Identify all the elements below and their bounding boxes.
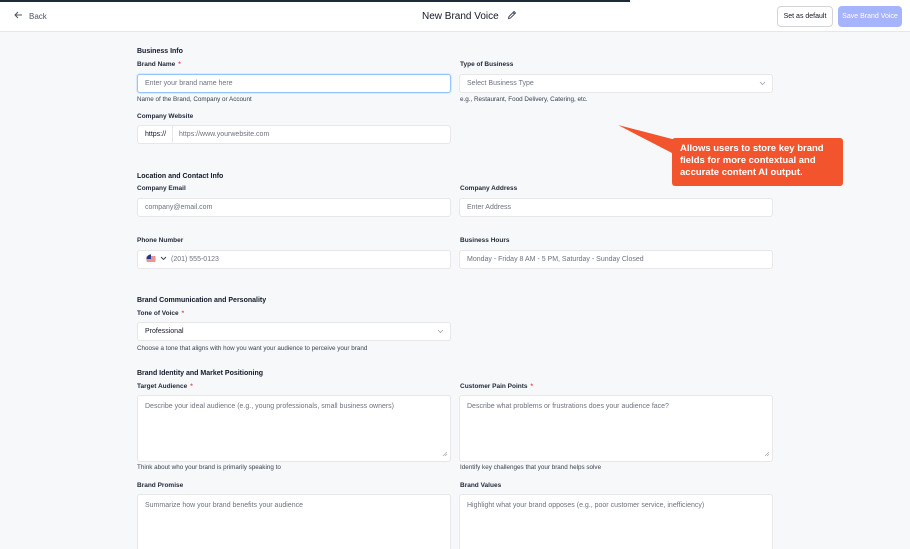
callout-arrow bbox=[618, 125, 678, 160]
resize-handle-icon[interactable] bbox=[764, 451, 770, 459]
section-title-business-info: Business Info bbox=[137, 48, 183, 55]
chevron-down-icon bbox=[759, 81, 766, 88]
chevron-down-icon bbox=[160, 256, 167, 263]
tone-of-voice-value: Professional bbox=[145, 328, 184, 335]
required-marker: * bbox=[181, 310, 185, 317]
website-placeholder: https://www.yourwebsite.com bbox=[179, 131, 270, 138]
brand-name-helper: Name of the Brand, Company or Account bbox=[137, 96, 252, 103]
country-selector[interactable] bbox=[145, 253, 167, 266]
brand-values-placeholder: Highlight what your brand opposes (e.g.,… bbox=[467, 502, 705, 509]
back-button[interactable]: Back bbox=[14, 11, 47, 21]
brand-values-textarea[interactable]: Highlight what your brand opposes (e.g.,… bbox=[459, 494, 773, 549]
us-flag-icon bbox=[145, 253, 157, 266]
pencil-icon[interactable] bbox=[507, 10, 517, 23]
chevron-down-icon bbox=[437, 329, 444, 336]
phone-number-input[interactable]: (201) 555-0123 bbox=[137, 250, 451, 269]
type-of-business-helper: e.g., Restaurant, Food Delivery, Caterin… bbox=[460, 96, 588, 103]
brand-promise-textarea[interactable]: Summarize how your brand benefits your a… bbox=[137, 494, 451, 549]
target-audience-label: Target Audience * bbox=[137, 383, 193, 390]
pain-points-helper: Identify key challenges that your brand … bbox=[460, 464, 602, 471]
phone-placeholder: (201) 555-0123 bbox=[171, 256, 219, 263]
section-title-communication: Brand Communication and Personality bbox=[137, 297, 267, 304]
pain-points-placeholder: Describe what problems or frustrations d… bbox=[467, 403, 669, 410]
section-title-location-contact: Location and Contact Info bbox=[137, 173, 224, 180]
tone-of-voice-label: Tone of Voice * bbox=[137, 310, 185, 317]
website-prefix: https:// bbox=[145, 126, 174, 143]
type-of-business-label: Type of Business bbox=[460, 61, 514, 68]
target-audience-placeholder: Describe your ideal audience (e.g., youn… bbox=[145, 403, 395, 410]
arrow-left-icon bbox=[14, 11, 23, 21]
page-title-text: New Brand Voice bbox=[422, 11, 499, 22]
required-marker: * bbox=[530, 383, 534, 390]
pain-points-label: Customer Pain Points * bbox=[460, 383, 534, 390]
resize-handle-icon[interactable] bbox=[442, 451, 448, 459]
brand-values-label: Brand Values bbox=[460, 482, 502, 489]
top-border-gap bbox=[630, 0, 910, 2]
type-of-business-select[interactable]: Select Business Type bbox=[459, 74, 773, 93]
brand-name-input[interactable]: Enter your brand name here bbox=[137, 74, 451, 93]
business-hours-label: Business Hours bbox=[460, 237, 510, 244]
annotation-callout: Allows users to store key brand fields f… bbox=[672, 138, 843, 186]
company-website-input[interactable]: https:// https://www.yourwebsite.com bbox=[137, 125, 451, 144]
brand-promise-placeholder: Summarize how your brand benefits your a… bbox=[145, 502, 303, 509]
company-address-label: Company Address bbox=[460, 185, 518, 192]
required-marker: * bbox=[178, 61, 181, 68]
phone-number-label: Phone Number bbox=[137, 237, 184, 244]
tone-of-voice-helper: Choose a tone that aligns with how you w… bbox=[137, 345, 368, 352]
target-audience-textarea[interactable]: Describe your ideal audience (e.g., youn… bbox=[137, 395, 451, 462]
brand-promise-label: Brand Promise bbox=[137, 482, 184, 489]
type-of-business-value: Select Business Type bbox=[467, 80, 534, 87]
set-as-default-button[interactable]: Set as default bbox=[777, 6, 833, 27]
target-audience-helper: Think about who your brand is primarily … bbox=[137, 464, 281, 471]
company-email-input[interactable]: company@email.com bbox=[137, 198, 451, 217]
company-website-label: Company Website bbox=[137, 113, 194, 120]
business-hours-input[interactable]: Monday - Friday 8 AM - 5 PM, Saturday - … bbox=[459, 250, 773, 269]
company-email-label: Company Email bbox=[137, 185, 186, 192]
brand-name-label: Brand Name * bbox=[137, 61, 181, 68]
page-title: New Brand Voice bbox=[422, 10, 517, 23]
company-address-input[interactable]: Enter Address bbox=[459, 198, 773, 217]
required-marker: * bbox=[190, 383, 193, 390]
tone-of-voice-select[interactable]: Professional bbox=[137, 322, 451, 341]
pain-points-textarea[interactable]: Describe what problems or frustrations d… bbox=[459, 395, 773, 462]
save-brand-voice-button[interactable]: Save Brand Voice bbox=[838, 6, 902, 27]
back-label: Back bbox=[29, 11, 47, 21]
section-title-identity: Brand Identity and Market Positioning bbox=[137, 370, 264, 377]
